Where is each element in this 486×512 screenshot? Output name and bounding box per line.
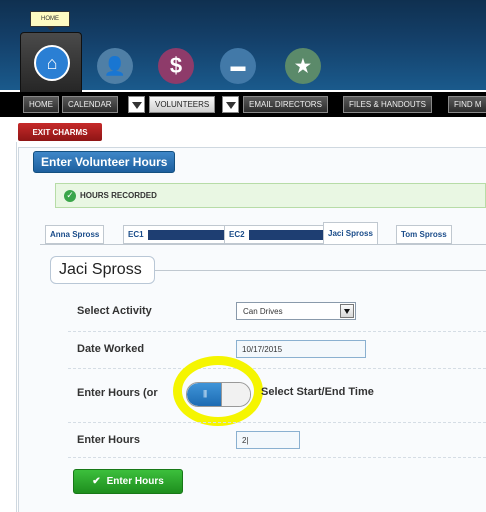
briefcase-icon[interactable]: ▬ [220,48,256,84]
hours-mode-alt-label: Select Start/End Time [261,386,374,398]
section-divider [155,270,486,271]
tab-jaci-spross[interactable]: Jaci Spross [323,222,378,244]
money-icon[interactable]: $ [158,48,194,84]
redacted-name [147,229,228,240]
hours-input[interactable]: 2| [236,431,300,449]
menu-calendar[interactable]: CALENDAR [62,96,118,113]
star-icon[interactable]: ★ [285,48,321,84]
row-separator [68,331,486,332]
menu-volunteers[interactable]: VOLUNTEERS [149,96,216,113]
tab-ec1[interactable]: EC1 [123,225,233,244]
row-separator [68,422,486,423]
hours-mode-label: Enter Hours (or [77,387,158,399]
menu-find[interactable]: FIND M [448,96,486,113]
highlight-circle [173,356,263,426]
home-icon[interactable]: ⌂ [34,45,70,81]
alert-text: HOURS RECORDED [80,191,157,200]
chevron-down-icon[interactable] [340,304,354,318]
activity-select-value: Can Drives [243,306,283,316]
hours-label: Enter Hours [77,434,140,446]
section-title: Jaci Spross [50,256,155,284]
success-alert: ✓ HOURS RECORDED [55,183,486,208]
row-separator [68,368,486,369]
home-tooltip: HOME [30,11,70,31]
exit-charms-button[interactable]: EXIT CHARMS [18,123,102,141]
menu-files-handouts[interactable]: FILES & HANDOUTS [343,96,432,113]
panel-title: Enter Volunteer Hours [33,151,176,173]
enter-hours-button[interactable]: ✔ Enter Hours [73,469,183,494]
volunteers-dropdown-icon[interactable] [222,96,239,113]
activity-label: Select Activity [77,305,152,317]
tab-tom-spross[interactable]: Tom Spross [396,225,452,244]
check-circle-icon: ✓ [64,189,76,202]
redacted-name [248,229,324,240]
row-separator [68,457,486,458]
activity-select[interactable]: Can Drives [236,302,356,320]
tab-anna-spross[interactable]: Anna Spross [45,225,105,244]
tab-ec2[interactable]: EC2 [224,225,329,244]
main-menu-bar: HOME CALENDAR VOLUNTEERS EMAIL DIRECTORS… [0,92,486,117]
date-label: Date Worked [77,343,145,355]
calendar-dropdown-icon[interactable] [128,96,145,113]
menu-home[interactable]: HOME [23,96,59,113]
volunteers-icon[interactable]: 👤 [97,48,133,84]
menu-email-directors[interactable]: EMAIL DIRECTORS [243,96,328,113]
home-icon-box[interactable]: ⌂ [20,32,82,92]
enter-hours-button-label: Enter Hours [106,476,164,487]
top-icon-bar: HOME ⌂ 👤 $ ▬ ★ [0,0,486,92]
outer-panel-edge [5,142,17,512]
tab-baseline [40,244,486,245]
check-icon: ✔ [92,476,101,487]
date-input[interactable]: 10/17/2015 [236,340,366,358]
